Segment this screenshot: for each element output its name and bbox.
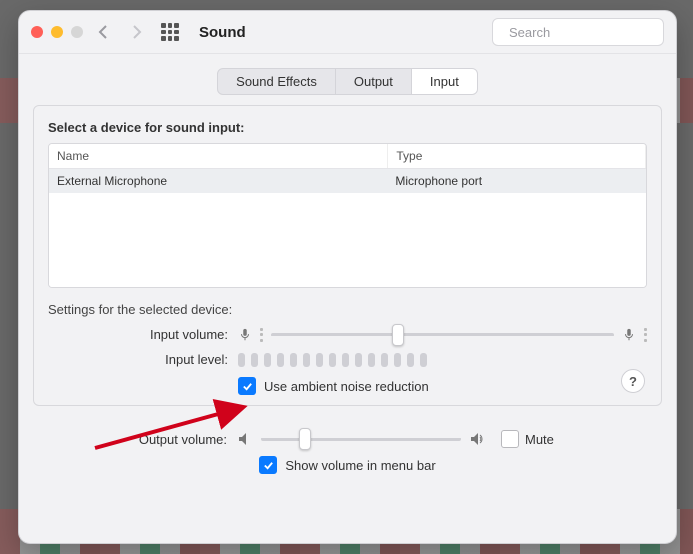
zoom-window-button[interactable] bbox=[71, 26, 83, 38]
output-volume-label: Output volume: bbox=[47, 432, 237, 447]
show-volume-checkbox[interactable] bbox=[259, 456, 277, 474]
close-window-button[interactable] bbox=[31, 26, 43, 38]
mic-low-icon bbox=[238, 328, 252, 342]
show-all-icon[interactable] bbox=[161, 23, 179, 41]
table-header: Name Type bbox=[49, 144, 646, 169]
tab-sound-effects[interactable]: Sound Effects bbox=[218, 69, 335, 94]
select-device-label: Select a device for sound input: bbox=[48, 120, 647, 135]
noise-reduction-checkbox[interactable] bbox=[238, 377, 256, 395]
forward-button[interactable] bbox=[125, 21, 147, 43]
back-button[interactable] bbox=[93, 21, 115, 43]
device-type: Microphone port bbox=[387, 169, 646, 193]
col-type: Type bbox=[388, 144, 646, 168]
input-level-meter bbox=[238, 353, 647, 367]
mic-high-icon bbox=[622, 328, 636, 342]
output-volume-slider[interactable] bbox=[261, 437, 461, 441]
window-controls bbox=[31, 26, 83, 38]
show-volume-label: Show volume in menu bar bbox=[285, 458, 435, 473]
search-field[interactable] bbox=[492, 18, 664, 46]
bottom-controls: Output volume: Mute Show vo bbox=[33, 416, 662, 476]
device-table: Name Type External Microphone Microphone… bbox=[48, 143, 647, 288]
input-volume-label: Input volume: bbox=[48, 327, 238, 342]
mute-checkbox[interactable] bbox=[501, 430, 519, 448]
tab-output[interactable]: Output bbox=[335, 69, 411, 94]
window-title: Sound bbox=[199, 24, 246, 41]
sound-prefs-window: Sound Sound Effects Output Input Select … bbox=[18, 10, 677, 544]
speaker-low-icon bbox=[237, 431, 253, 447]
titlebar: Sound bbox=[19, 11, 676, 54]
tab-input[interactable]: Input bbox=[411, 69, 477, 94]
help-button[interactable]: ? bbox=[621, 369, 645, 393]
input-level-label: Input level: bbox=[48, 352, 238, 367]
table-row[interactable]: External Microphone Microphone port bbox=[49, 169, 646, 193]
input-panel: Select a device for sound input: Name Ty… bbox=[33, 105, 662, 406]
input-volume-slider[interactable] bbox=[271, 333, 614, 337]
search-input[interactable] bbox=[507, 24, 687, 41]
tab-group: Sound Effects Output Input bbox=[217, 68, 478, 95]
mute-label: Mute bbox=[525, 432, 554, 447]
speaker-high-icon bbox=[469, 431, 485, 447]
noise-reduction-label: Use ambient noise reduction bbox=[264, 379, 429, 394]
device-name: External Microphone bbox=[49, 169, 387, 193]
col-name: Name bbox=[49, 144, 388, 168]
minimize-window-button[interactable] bbox=[51, 26, 63, 38]
settings-heading: Settings for the selected device: bbox=[48, 302, 647, 317]
